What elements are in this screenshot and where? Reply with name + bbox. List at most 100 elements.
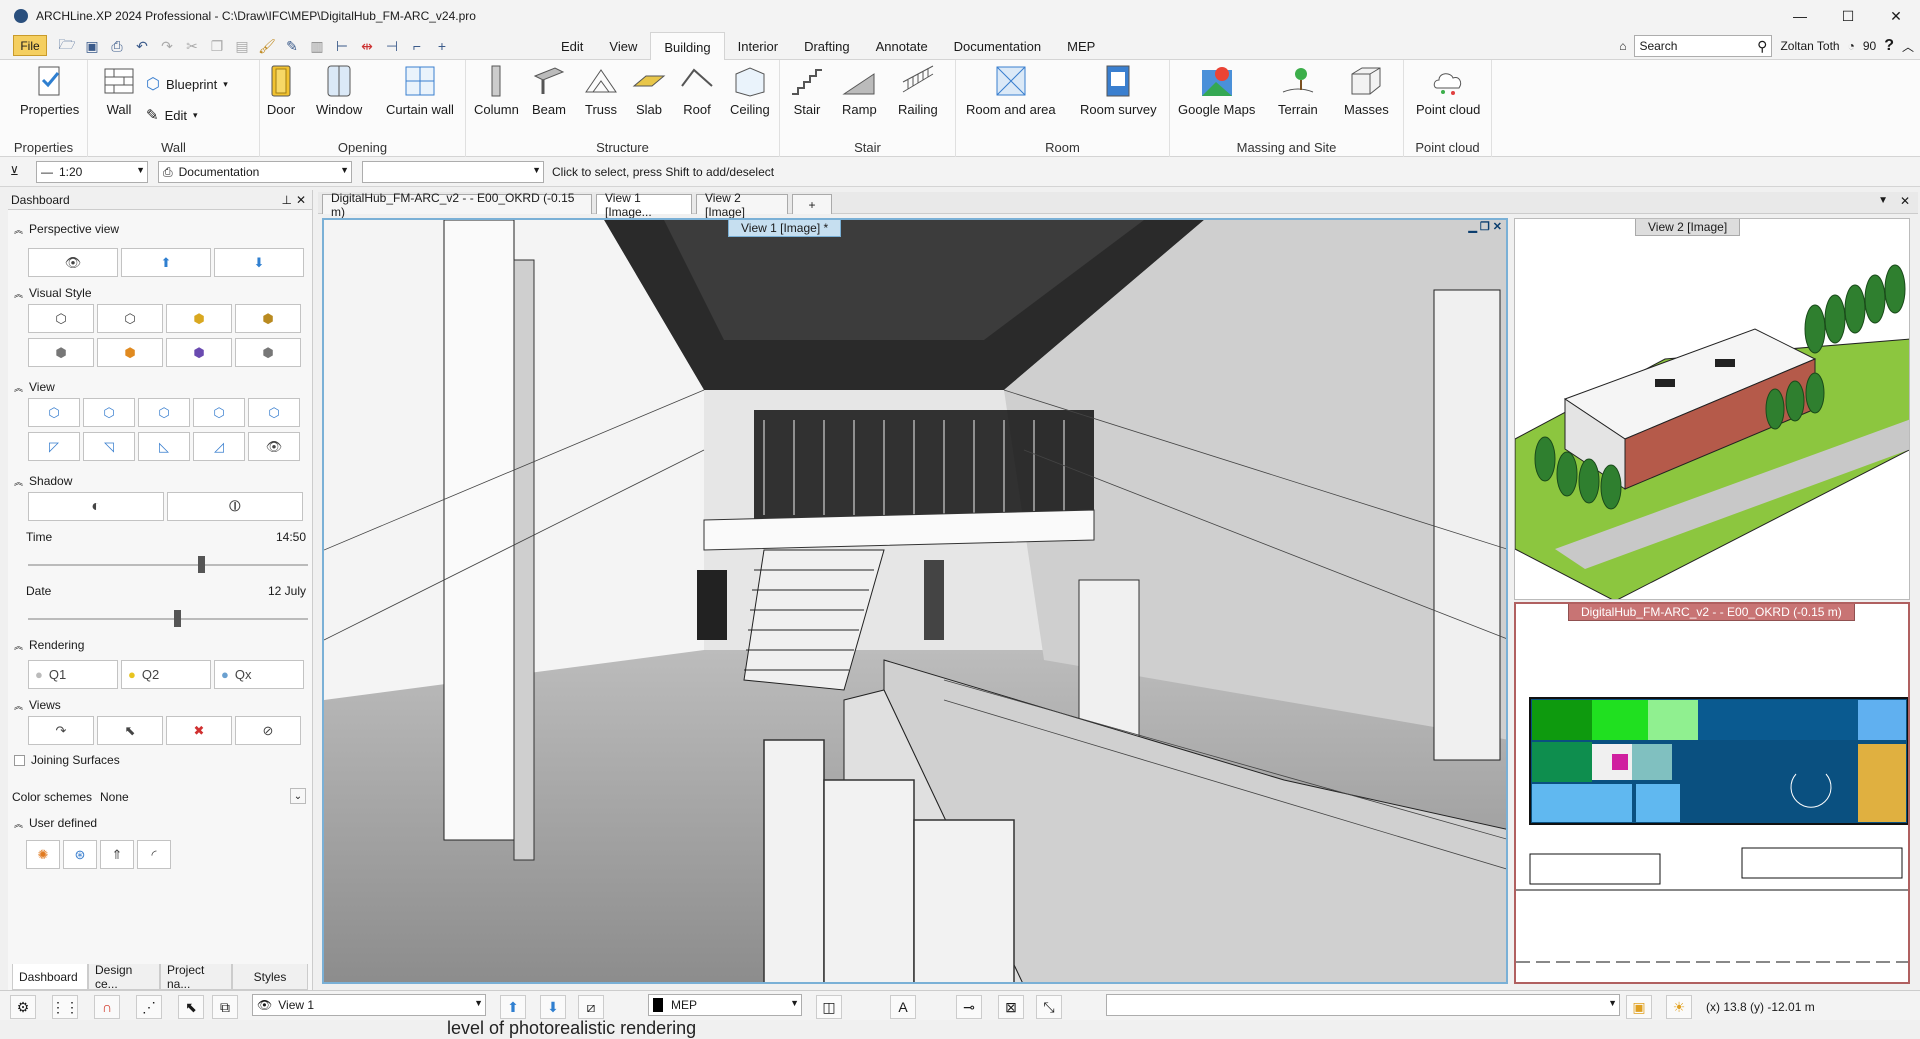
layer-dropdown-icon[interactable]: ▼ bbox=[790, 998, 799, 1008]
view-minimize-icon[interactable]: ▁ bbox=[1468, 220, 1476, 233]
tabs-menu-icon[interactable]: ▼ bbox=[1878, 195, 1888, 206]
search-icon[interactable]: ⚲ bbox=[1757, 38, 1767, 55]
style-sketch-button[interactable]: ⬢ bbox=[235, 338, 301, 367]
render-q1-button[interactable]: ● Q1 bbox=[28, 660, 118, 689]
tab-project-navigator[interactable]: Project na... bbox=[160, 963, 232, 991]
style-color-button[interactable]: ⬢ bbox=[97, 338, 163, 367]
move-down-button[interactable]: ⬇ bbox=[214, 248, 304, 277]
floor-down-icon[interactable]: ⬇ bbox=[540, 995, 566, 1019]
floor-up-icon[interactable]: ⬆ bbox=[500, 995, 526, 1019]
grid-icon[interactable]: ⋮⋮ bbox=[51, 995, 79, 1019]
style-hidden-button[interactable]: ⬡ bbox=[97, 304, 163, 333]
main-3d-viewport[interactable]: View 1 [Image] * ▁ ❐ ✕ bbox=[322, 218, 1508, 984]
wall-3d-icon[interactable]: ⧄ bbox=[578, 995, 604, 1019]
search-input[interactable]: Search ⚲ bbox=[1634, 35, 1773, 57]
tabs-close-icon[interactable]: ✕ bbox=[1900, 194, 1910, 208]
slab-button[interactable]: Slab bbox=[632, 64, 666, 117]
column-button[interactable]: Column bbox=[474, 64, 519, 117]
floor-plan-viewport[interactable]: DigitalHub_FM-ARC_v2 - - E00_OKRD (-0.15… bbox=[1514, 602, 1910, 984]
text-style-icon[interactable]: A bbox=[890, 995, 916, 1019]
date-slider[interactable] bbox=[28, 610, 308, 627]
door-button[interactable]: Door bbox=[264, 64, 298, 117]
user-tool-4-button[interactable]: ◜ bbox=[137, 840, 171, 869]
site-3d-viewport[interactable]: View 2 [Image] bbox=[1514, 218, 1910, 600]
section-rendering[interactable]: ︽ Rendering bbox=[14, 638, 84, 652]
section-visual-style[interactable]: ︽ Visual Style bbox=[14, 286, 92, 300]
room-and-area-button[interactable]: Room and area bbox=[966, 64, 1056, 117]
selection-filter-select[interactable]: ▼ bbox=[362, 161, 544, 183]
tab-view-2[interactable]: View 2 [Image] bbox=[696, 191, 788, 219]
brush-icon[interactable]: 🖌 bbox=[256, 36, 278, 56]
settings-gear-icon[interactable]: ⚙ bbox=[10, 995, 36, 1019]
command-dropdown-icon[interactable]: ▼ bbox=[1608, 998, 1617, 1008]
view-sw-button[interactable]: ◺ bbox=[138, 432, 190, 461]
view-left-button[interactable]: ⬡ bbox=[83, 398, 135, 427]
window-button[interactable]: Window bbox=[316, 64, 362, 117]
filter-icon[interactable]: ⊻ bbox=[10, 164, 19, 178]
checkbox-box[interactable] bbox=[14, 754, 25, 766]
edit-dropdown-icon[interactable]: ▾ bbox=[193, 110, 198, 121]
shadow-off-button[interactable]: ⦶ bbox=[167, 492, 303, 521]
section-view[interactable]: ︽ View bbox=[14, 380, 55, 394]
tab-interior[interactable]: Interior bbox=[725, 32, 791, 60]
help-icon[interactable]: ? bbox=[1884, 37, 1894, 55]
render-q2-button[interactable]: ● Q2 bbox=[121, 660, 211, 689]
section-views[interactable]: ︽ Views bbox=[14, 698, 61, 712]
view-close-icon[interactable]: ✕ bbox=[1493, 220, 1502, 233]
scale-select[interactable]: — 1:20 ▼ bbox=[36, 161, 148, 183]
print-icon[interactable]: ⎙ bbox=[106, 36, 128, 56]
views-hide-button[interactable]: ⊘ bbox=[235, 716, 301, 745]
blueprint-button[interactable]: ⬡ Blueprint ▾ bbox=[146, 74, 228, 94]
notes-icon[interactable]: ▣ bbox=[1626, 995, 1652, 1019]
time-slider[interactable] bbox=[28, 556, 308, 573]
more-tools-icon[interactable]: + bbox=[431, 36, 453, 56]
file-menu-button[interactable]: File bbox=[13, 35, 47, 56]
save-icon[interactable]: ▣ bbox=[81, 36, 103, 56]
joining-surfaces-checkbox[interactable]: Joining Surfaces bbox=[14, 753, 120, 767]
view-front-button[interactable]: ⬡ bbox=[28, 398, 80, 427]
minimize-button[interactable]: — bbox=[1776, 0, 1824, 32]
ribbon-collapse-icon[interactable]: ︿ bbox=[1902, 38, 1914, 55]
masses-button[interactable]: Masses bbox=[1344, 64, 1389, 117]
style-textured-button[interactable]: ⬢ bbox=[235, 304, 301, 333]
view-eye-button[interactable]: 👁 bbox=[248, 432, 300, 461]
section-shadow[interactable]: ︽ Shadow bbox=[14, 474, 72, 488]
user-tool-1-button[interactable]: ✺ bbox=[26, 840, 60, 869]
tab-edit[interactable]: Edit bbox=[548, 32, 596, 60]
date-slider-knob[interactable] bbox=[174, 610, 182, 627]
move-up-button[interactable]: ⬆ bbox=[121, 248, 211, 277]
view-right-button[interactable]: ⬡ bbox=[138, 398, 190, 427]
style-render-button[interactable]: ⬢ bbox=[166, 338, 232, 367]
style-mono-button[interactable]: ⬢ bbox=[28, 338, 94, 367]
shadow-on-button[interactable]: ◐ bbox=[28, 492, 164, 521]
point-cloud-button[interactable]: Point cloud bbox=[1416, 64, 1480, 117]
tab-design-center[interactable]: Design ce... bbox=[88, 963, 160, 991]
eyedropper-icon[interactable]: ✎ bbox=[281, 36, 303, 56]
view-se-button[interactable]: ◿ bbox=[193, 432, 245, 461]
view-nw-button[interactable]: ◸ bbox=[28, 432, 80, 461]
measure-icon[interactable]: ⤡ bbox=[1036, 995, 1062, 1019]
terrain-button[interactable]: Terrain bbox=[1278, 64, 1318, 117]
view-back-button[interactable]: ⬡ bbox=[193, 398, 245, 427]
room-survey-button[interactable]: Room survey bbox=[1080, 64, 1157, 117]
add-tab-button[interactable]: + bbox=[792, 194, 832, 214]
cut-icon[interactable]: ✂ bbox=[181, 36, 203, 56]
style-wireframe-button[interactable]: ⬡ bbox=[28, 304, 94, 333]
edit-button[interactable]: ✎ Edit ▾ bbox=[146, 106, 198, 124]
tab-drafting[interactable]: Drafting bbox=[791, 32, 863, 60]
beam-button[interactable]: Beam bbox=[532, 64, 566, 117]
plugin-icon[interactable]: ⊸ bbox=[956, 995, 982, 1019]
trim-icon[interactable]: ⇹ bbox=[356, 36, 378, 56]
blueprint-dropdown-icon[interactable]: ▾ bbox=[223, 79, 228, 90]
command-input[interactable]: ▼ bbox=[1106, 994, 1620, 1016]
close-button[interactable]: ✕ bbox=[1872, 0, 1920, 32]
section-user-defined[interactable]: ︽ User defined bbox=[14, 816, 97, 830]
style-shaded-button[interactable]: ⬢ bbox=[166, 304, 232, 333]
view-select[interactable]: 👁 View 1 ▼ bbox=[252, 994, 486, 1016]
fan-lines-icon[interactable]: ⋰ bbox=[136, 995, 162, 1019]
dimension-icon[interactable]: ⊢ bbox=[331, 36, 353, 56]
render-qx-button[interactable]: ● Qx bbox=[214, 660, 304, 689]
layer-select[interactable]: MEP ▼ bbox=[648, 994, 802, 1016]
tab-styles[interactable]: Styles bbox=[232, 964, 308, 990]
color-schemes-dropdown-icon[interactable]: ⌄ bbox=[290, 788, 306, 804]
